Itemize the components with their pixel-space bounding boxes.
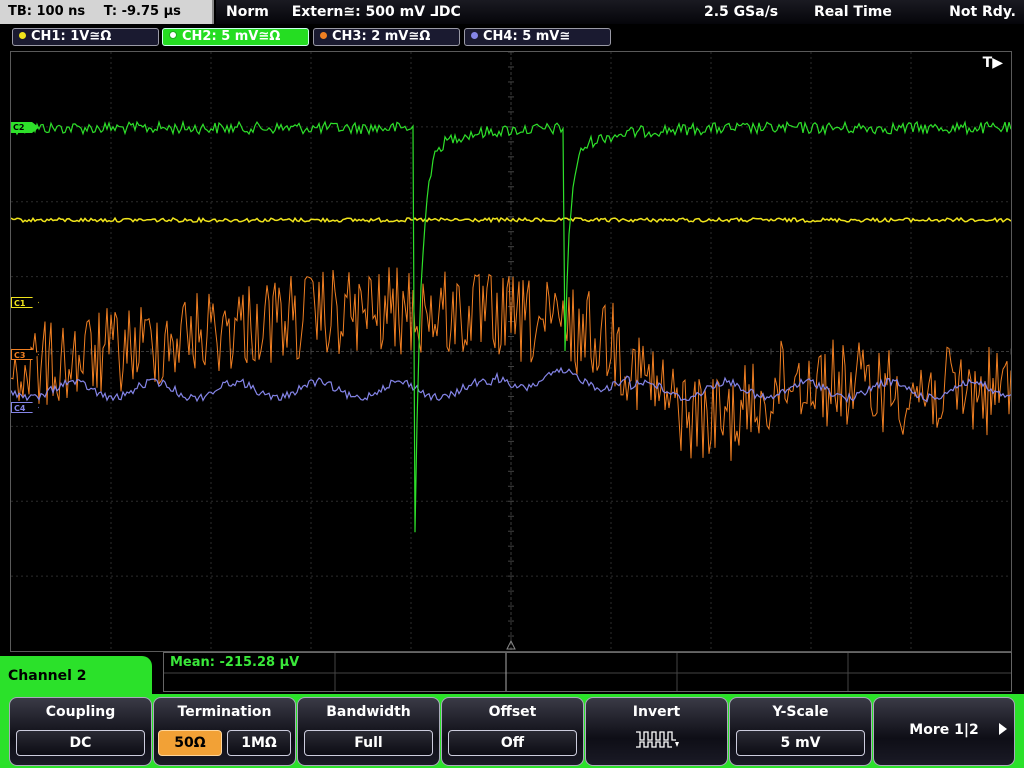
- yscale-softkey[interactable]: Y-Scale 5 mV: [729, 697, 872, 766]
- arrow-right-icon: [999, 723, 1007, 735]
- more-label: More 1|2: [909, 722, 979, 738]
- mean-measurement: Mean: -215.28 µV: [170, 655, 300, 670]
- menu-title: Channel 2: [8, 668, 87, 684]
- termination-softkey[interactable]: Termination 50Ω 1MΩ: [153, 697, 296, 766]
- status-bar: TB: 100 ns T: -9.75 µs Norm Extern≅: 500…: [0, 0, 1024, 24]
- bandwidth-value-button[interactable]: Full: [304, 730, 433, 756]
- sample-rate-label: 2.5 GSa/s: [704, 4, 779, 20]
- waveform-display[interactable]: T▶ C2 C1 C3 C4: [10, 51, 1012, 652]
- channel-4-label: CH4: 5 mV≅: [483, 29, 571, 44]
- channel-2-label: CH2: 5 mV≅Ω: [182, 29, 281, 44]
- invert-softkey[interactable]: Invert: [585, 697, 728, 766]
- channel-3-label: CH3: 2 mV≅Ω: [332, 29, 431, 44]
- channel-2-dot-icon: [169, 31, 177, 39]
- channel-1-tab[interactable]: CH1: 1V≅Ω: [12, 28, 159, 46]
- coupling-value-button[interactable]: DC: [16, 730, 145, 756]
- measurement-panel: Mean: -215.28 µV: [163, 652, 1012, 692]
- bandwidth-softkey[interactable]: Bandwidth Full: [297, 697, 440, 766]
- timebase-label: TB: 100 ns: [8, 4, 86, 19]
- coupling-softkey[interactable]: Coupling DC: [9, 697, 152, 766]
- ready-status: Not Rdy.: [914, 0, 1024, 24]
- offset-softkey[interactable]: Offset Off: [441, 697, 584, 766]
- channel-4-trace: [11, 366, 1011, 403]
- trigger-time-label: T: -9.75 µs: [103, 4, 181, 19]
- channel-3-dot-icon: [320, 32, 327, 39]
- channel-1-dot-icon: [19, 32, 26, 39]
- acquisition-label: Real Time: [814, 4, 892, 20]
- timebase-box[interactable]: TB: 100 ns T: -9.75 µs: [0, 0, 214, 24]
- termination-title: Termination: [177, 704, 272, 720]
- trigger-marker: T▶: [982, 55, 1003, 71]
- trigger-info[interactable]: Norm Extern≅: 500 mV ⅃DC: [216, 0, 694, 24]
- yscale-value-button[interactable]: 5 mV: [736, 730, 865, 756]
- channel-3-trace: [11, 267, 1011, 461]
- menu-title-tab: Channel 2: [0, 656, 152, 696]
- more-softkey[interactable]: More 1|2: [873, 697, 1015, 766]
- offset-title: Offset: [488, 704, 537, 720]
- invert-title: Invert: [632, 704, 681, 720]
- offset-value-button[interactable]: Off: [448, 730, 577, 756]
- bandwidth-title: Bandwidth: [326, 704, 411, 720]
- acquisition-mode: Real Time: [794, 0, 914, 24]
- invert-waveform-icon: [636, 731, 679, 748]
- trigger-position-icon: [506, 639, 516, 650]
- channel-2-tab[interactable]: CH2: 5 mV≅Ω: [162, 28, 309, 46]
- yscale-title: Y-Scale: [772, 704, 829, 720]
- trigger-mode-label: Norm: [226, 4, 269, 20]
- termination-1m-ohm-button[interactable]: 1MΩ: [227, 730, 291, 756]
- trigger-source-label: Extern≅: 500 mV ⅃DC: [291, 4, 461, 20]
- channel-3-tab[interactable]: CH3: 2 mV≅Ω: [313, 28, 460, 46]
- channel-4-tab[interactable]: CH4: 5 mV≅: [464, 28, 611, 46]
- channel-4-dot-icon: [471, 32, 478, 39]
- ready-state-label: Not Rdy.: [949, 4, 1016, 20]
- sample-rate: 2.5 GSa/s: [694, 0, 794, 24]
- coupling-title: Coupling: [45, 704, 116, 720]
- waveform-traces: [11, 119, 1011, 650]
- channel-1-trace: [11, 216, 1011, 224]
- termination-50-ohm-button[interactable]: 50Ω: [158, 730, 222, 756]
- channel-1-label: CH1: 1V≅Ω: [31, 29, 112, 44]
